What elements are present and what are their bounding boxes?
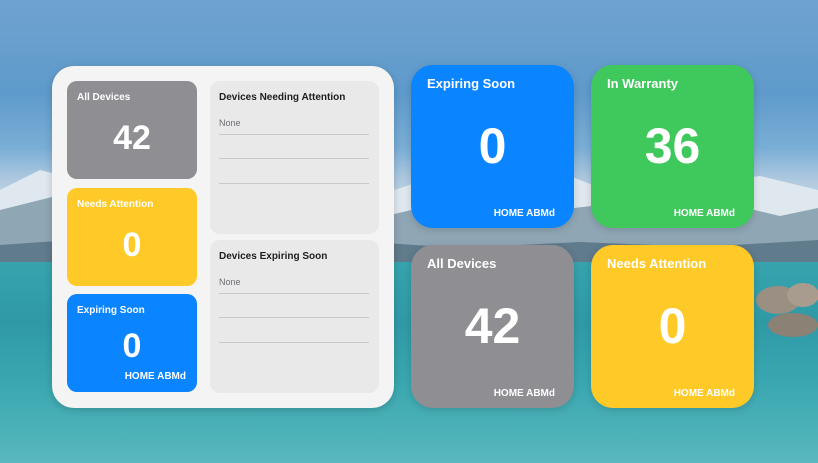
tile-value: 0 xyxy=(122,327,142,365)
list-item: None xyxy=(219,270,369,294)
rocks-graphic xyxy=(756,283,818,337)
tile-title: All Devices xyxy=(77,92,131,103)
widget-in-warranty[interactable]: In Warranty 36 HOME ABMd xyxy=(591,65,754,228)
list-item: None xyxy=(219,111,369,135)
widget-footer: HOME ABMd xyxy=(493,388,555,399)
widget-footer: HOME ABMd xyxy=(493,208,555,219)
tile-title: Needs Attention xyxy=(77,199,154,210)
tile-all-devices[interactable]: All Devices 42 xyxy=(67,81,197,179)
widget-expiring-soon[interactable]: Expiring Soon 0 HOME ABMd xyxy=(411,65,574,228)
widget-footer: HOME ABMd xyxy=(673,208,735,219)
widget-value: 42 xyxy=(464,298,521,354)
widget-value: 0 xyxy=(478,118,507,174)
widget-title: Needs Attention xyxy=(607,256,707,271)
widget-title: All Devices xyxy=(427,256,497,271)
widget-value: 0 xyxy=(658,298,687,354)
list-item xyxy=(219,135,369,159)
tile-needs-attention[interactable]: Needs Attention 0 xyxy=(67,188,197,286)
widget-all-devices[interactable]: All Devices 42 HOME ABMd xyxy=(411,245,574,408)
widget-value: 36 xyxy=(644,118,701,174)
widget-title: In Warranty xyxy=(607,76,679,91)
tile-title: Expiring Soon xyxy=(77,305,145,316)
tile-value: 0 xyxy=(122,226,142,264)
list-title: Devices Needing Attention xyxy=(219,92,346,103)
large-devices-widget[interactable]: All Devices 42 Needs Attention 0 Expirin… xyxy=(52,66,394,408)
widget-title: Expiring Soon xyxy=(427,76,516,91)
widget-needs-attention[interactable]: Needs Attention 0 HOME ABMd xyxy=(591,245,754,408)
list-item xyxy=(219,319,369,343)
list-devices-expiring-soon[interactable]: Devices Expiring Soon None xyxy=(210,240,379,393)
tile-expiring-soon[interactable]: Expiring Soon 0 HOME ABMd xyxy=(67,294,197,392)
widget-footer: HOME ABMd xyxy=(673,388,735,399)
desktop-wallpaper: All Devices 42 Needs Attention 0 Expirin… xyxy=(0,0,818,463)
list-item xyxy=(219,160,369,184)
list-title: Devices Expiring Soon xyxy=(219,251,328,262)
tile-footer: HOME ABMd xyxy=(124,371,186,382)
list-devices-needing-attention[interactable]: Devices Needing Attention None xyxy=(210,81,379,234)
list-item xyxy=(219,294,369,318)
tile-value: 42 xyxy=(113,119,151,157)
